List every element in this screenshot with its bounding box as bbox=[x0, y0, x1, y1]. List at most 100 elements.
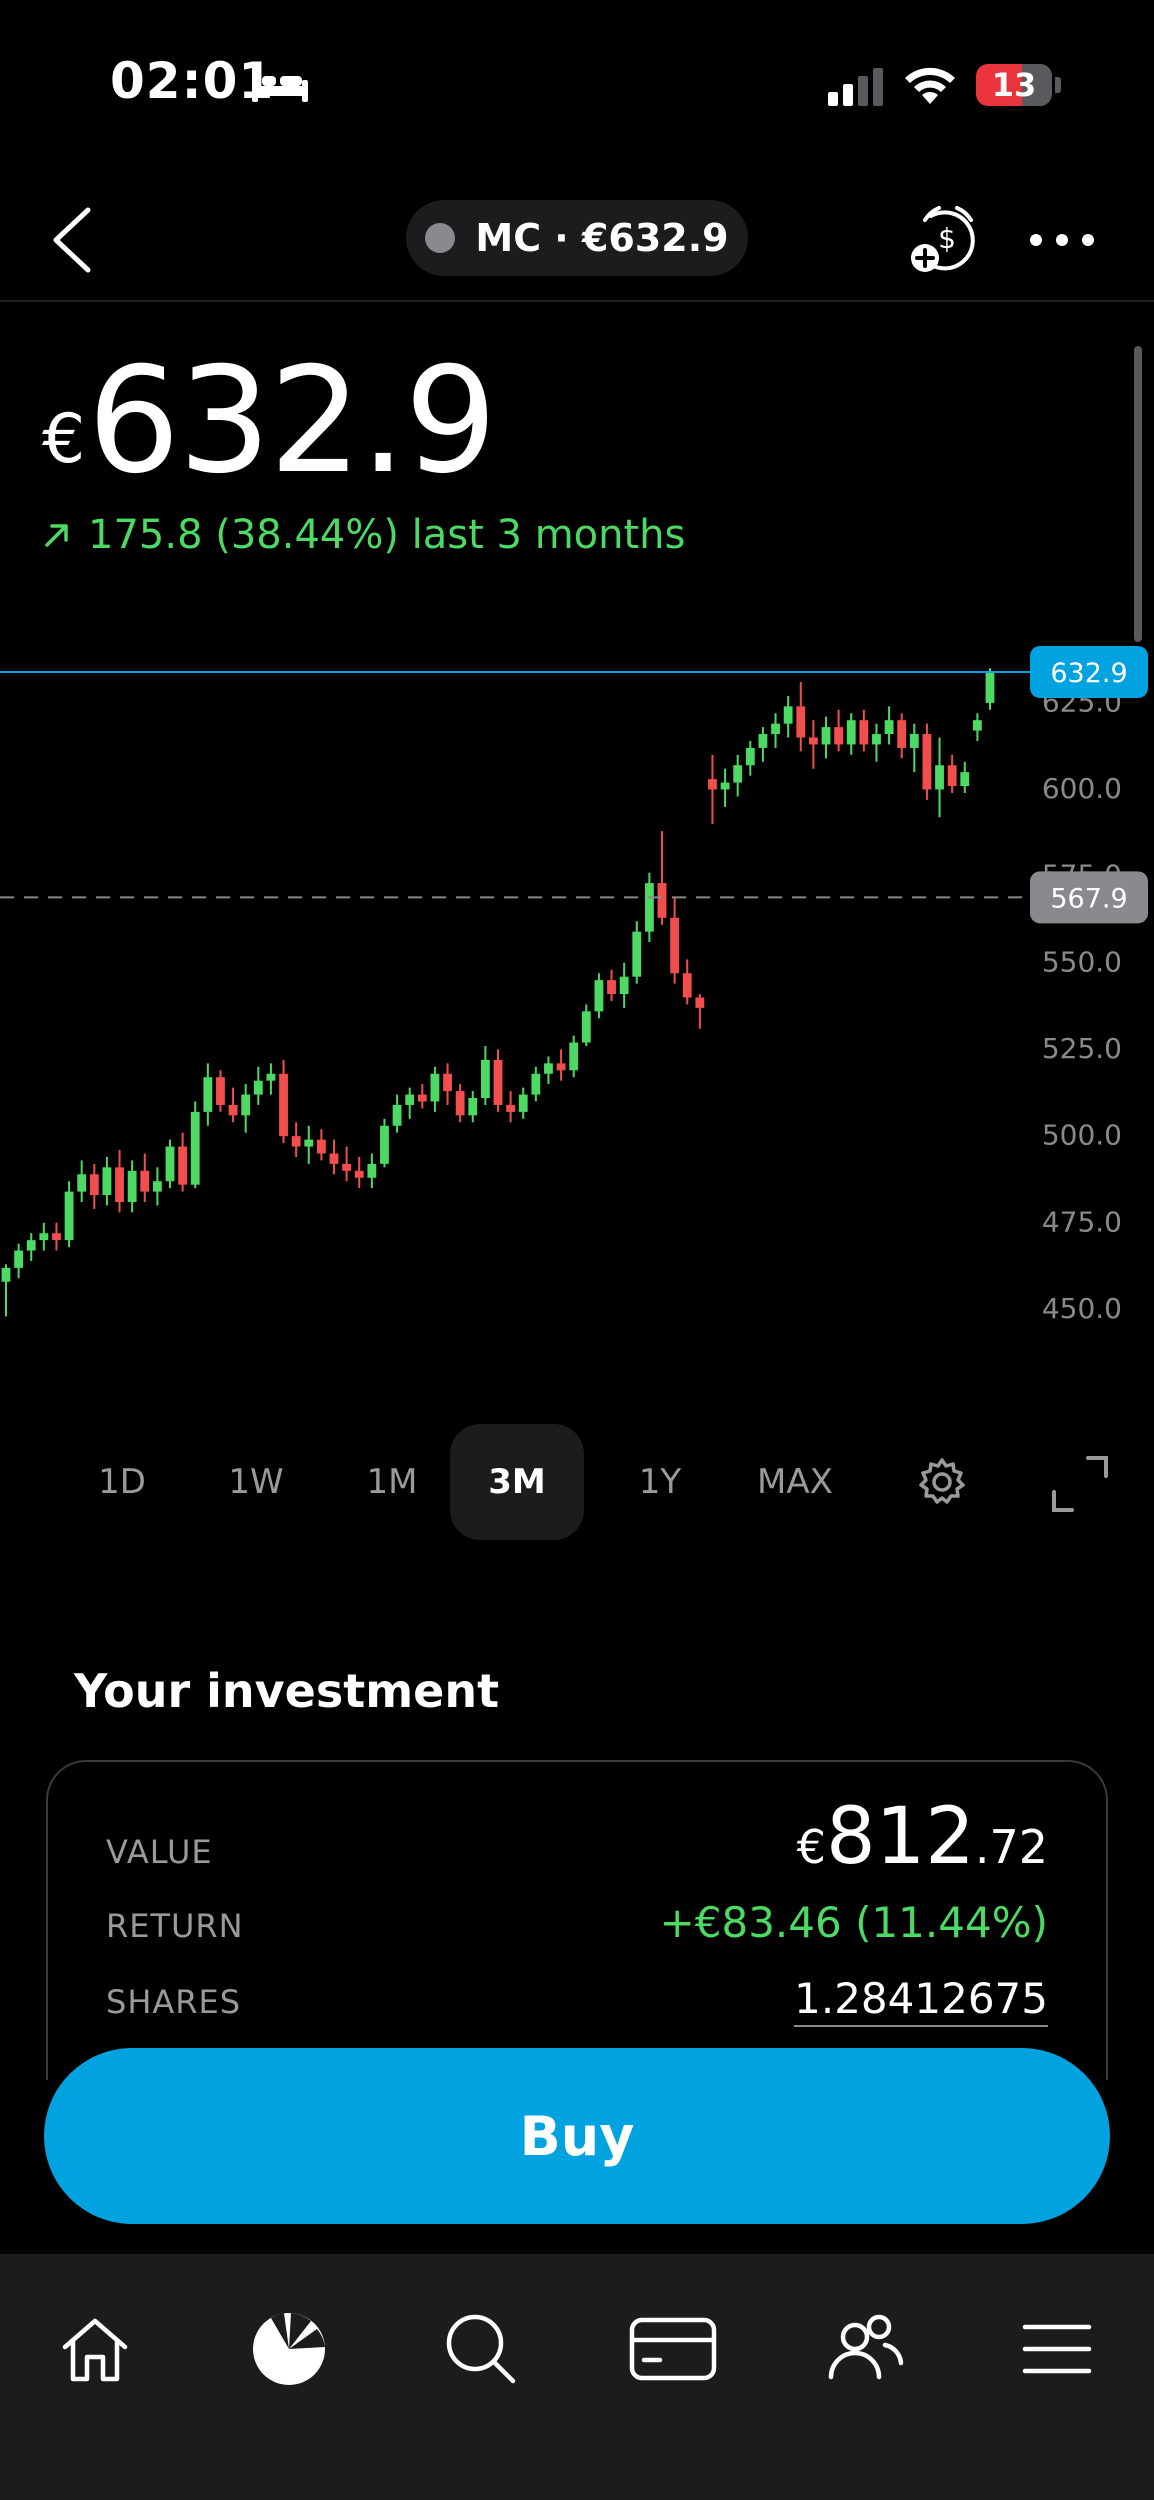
candle-body bbox=[846, 720, 856, 745]
scrollbar[interactable] bbox=[1134, 346, 1142, 642]
nav-people[interactable] bbox=[810, 2294, 920, 2404]
candle-body bbox=[380, 1125, 389, 1164]
candle-body bbox=[405, 1094, 415, 1105]
tab-3m[interactable]: 3M bbox=[450, 1424, 584, 1540]
candle-body bbox=[821, 727, 831, 745]
menu-icon bbox=[1022, 2324, 1092, 2374]
y-tick-label: 450.0 bbox=[1042, 1292, 1122, 1325]
candle-body bbox=[808, 737, 818, 745]
tab-1w[interactable]: 1W bbox=[202, 1424, 310, 1540]
candle-body bbox=[708, 779, 717, 790]
candle-body bbox=[468, 1098, 478, 1116]
price-chart[interactable]: 625.0600.0575.0550.0525.0500.0475.0450.0… bbox=[0, 620, 1154, 1370]
candle-body bbox=[518, 1094, 528, 1112]
candle-body bbox=[695, 997, 705, 1008]
candle-body bbox=[897, 720, 907, 748]
candle-body bbox=[644, 883, 654, 932]
arrow-up-right-icon bbox=[45, 524, 68, 547]
ticker-label: MC · €632.9 bbox=[475, 216, 729, 260]
candle-body bbox=[1, 1267, 11, 1282]
candle-body bbox=[102, 1167, 112, 1196]
candle-body bbox=[140, 1170, 150, 1192]
tab-1d[interactable]: 1D bbox=[68, 1424, 176, 1540]
buy-button[interactable]: Buy bbox=[44, 2048, 1110, 2224]
candle-body bbox=[544, 1063, 553, 1074]
gear-icon[interactable] bbox=[914, 1454, 970, 1510]
candle-body bbox=[909, 734, 919, 748]
price-block: € 632.9 175.8 (38.44%) last 3 months bbox=[42, 336, 685, 558]
candle-body bbox=[455, 1091, 465, 1116]
candle-body bbox=[342, 1163, 352, 1171]
back-button[interactable] bbox=[40, 200, 110, 280]
candle-body bbox=[190, 1111, 200, 1185]
nav-home[interactable] bbox=[40, 2294, 150, 2404]
candle-body bbox=[745, 747, 755, 766]
battery-nub bbox=[1055, 77, 1061, 93]
candlestick-chart[interactable]: 625.0600.0575.0550.0525.0500.0475.0450.0… bbox=[0, 620, 1154, 1370]
fullscreen-icon[interactable] bbox=[1050, 1454, 1110, 1514]
shares-label: SHARES bbox=[106, 1983, 242, 2021]
current-price: 632.9 bbox=[87, 336, 497, 506]
y-tick-label: 525.0 bbox=[1042, 1032, 1122, 1065]
value-integer: 812 bbox=[825, 1792, 975, 1882]
return-row: RETURN +€83.46 (11.44%) bbox=[106, 1898, 1048, 1947]
shares-value[interactable]: 1.28412675 bbox=[794, 1974, 1048, 2027]
candle-body bbox=[960, 772, 970, 787]
tab-1m[interactable]: 1M bbox=[338, 1424, 446, 1540]
reference-price-label: 567.9 bbox=[1050, 883, 1127, 914]
candle-body bbox=[228, 1104, 238, 1116]
investment-card: VALUE €812.72 RETURN +€83.46 (11.44%) SH… bbox=[46, 1760, 1108, 2080]
nav-search[interactable] bbox=[426, 2294, 536, 2404]
candle-body bbox=[834, 727, 844, 745]
nav-menu[interactable] bbox=[1002, 2294, 1112, 2404]
candle-body bbox=[607, 980, 616, 995]
candle-body bbox=[670, 917, 680, 974]
candle-body bbox=[935, 765, 944, 790]
return-label: RETURN bbox=[106, 1907, 244, 1945]
candle-body bbox=[796, 706, 806, 738]
candle-body bbox=[216, 1077, 225, 1105]
svg-text:$: $ bbox=[938, 222, 956, 255]
candle-body bbox=[77, 1174, 87, 1192]
wifi-icon bbox=[905, 67, 955, 104]
candle-body bbox=[304, 1139, 314, 1147]
dot-icon bbox=[1030, 234, 1042, 246]
candle-body bbox=[556, 1063, 566, 1071]
candle-body bbox=[89, 1174, 99, 1196]
return-value: +€83.46 (11.44%) bbox=[659, 1898, 1048, 1947]
price-alert-icon[interactable]: $ bbox=[905, 198, 985, 278]
candle-body bbox=[884, 720, 894, 735]
candle-body bbox=[985, 672, 995, 703]
candle-body bbox=[392, 1104, 402, 1126]
candle-body bbox=[632, 931, 642, 977]
search-icon bbox=[446, 2314, 516, 2384]
candle-body bbox=[241, 1094, 251, 1116]
bottom-nav bbox=[0, 2254, 1154, 2500]
value-row: VALUE €812.72 bbox=[106, 1792, 1048, 1882]
y-tick-label: 475.0 bbox=[1042, 1205, 1122, 1238]
y-tick-label: 600.0 bbox=[1042, 772, 1122, 805]
card-icon bbox=[629, 2317, 717, 2381]
candle-body bbox=[594, 980, 604, 1012]
investment-value: €812.72 bbox=[797, 1792, 1048, 1882]
candle-body bbox=[733, 765, 743, 783]
y-tick-label: 550.0 bbox=[1042, 945, 1122, 978]
candle-body bbox=[152, 1181, 162, 1192]
candle-body bbox=[203, 1077, 213, 1112]
candle-body bbox=[783, 706, 793, 724]
candle-body bbox=[26, 1240, 36, 1251]
nav-portfolio[interactable] bbox=[234, 2294, 344, 2404]
more-options-button[interactable] bbox=[1030, 210, 1094, 270]
tab-max[interactable]: MAX bbox=[730, 1424, 860, 1540]
range-tabs: 1D 1W 1M 3M 1Y MAX bbox=[40, 1424, 1114, 1540]
nav-card[interactable] bbox=[618, 2294, 728, 2404]
candle-body bbox=[430, 1073, 440, 1102]
candle-body bbox=[493, 1059, 503, 1105]
candle-body bbox=[127, 1170, 137, 1203]
dot-icon bbox=[1056, 234, 1068, 246]
home-icon bbox=[62, 2318, 128, 2382]
tab-1y[interactable]: 1Y bbox=[606, 1424, 714, 1540]
ticker-pill[interactable]: MC · €632.9 bbox=[406, 200, 748, 276]
battery-level: 13 bbox=[991, 66, 1037, 104]
shares-row: SHARES 1.28412675 bbox=[106, 1974, 1048, 2027]
